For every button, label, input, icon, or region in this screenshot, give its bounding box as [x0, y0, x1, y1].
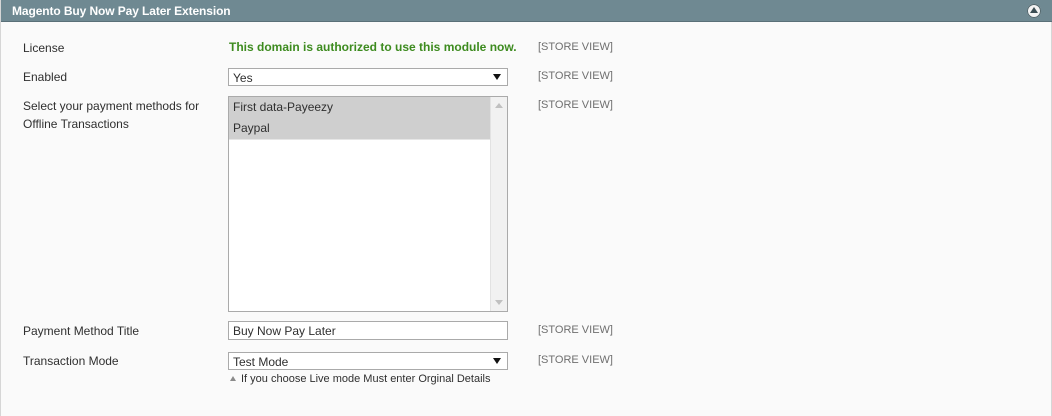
license-status-message: This domain is authorized to use this mo…: [229, 40, 517, 54]
transaction-mode-scope: [STORE VIEW]: [538, 354, 613, 366]
license-label: License: [23, 41, 65, 55]
payment-methods-label-line2: Offline Transactions: [23, 117, 129, 131]
dropdown-arrow-icon: [493, 358, 501, 364]
note-arrow-icon: [230, 376, 236, 381]
transaction-mode-note-text: If you choose Live mode Must enter Orgin…: [241, 373, 491, 385]
transaction-mode-select-value: Test Mode: [233, 355, 289, 369]
payment-methods-multiselect[interactable]: First data-Payeezy Paypal: [228, 96, 508, 312]
enabled-select-value: Yes: [233, 71, 253, 85]
dropdown-arrow-icon: [493, 74, 501, 80]
transaction-mode-label: Transaction Mode: [23, 354, 119, 368]
collapse-up-icon[interactable]: [1027, 4, 1041, 18]
scroll-down-arrow-icon[interactable]: [495, 300, 503, 305]
payment-method-title-scope: [STORE VIEW]: [538, 324, 613, 336]
transaction-mode-select[interactable]: Test Mode: [228, 352, 508, 370]
enabled-select[interactable]: Yes: [228, 68, 508, 86]
section-title: Magento Buy Now Pay Later Extension: [12, 4, 231, 18]
payment-methods-scope: [STORE VIEW]: [538, 99, 613, 111]
section-header[interactable]: Magento Buy Now Pay Later Extension: [1, 0, 1052, 22]
config-section: Magento Buy Now Pay Later Extension Lice…: [0, 0, 1052, 416]
multiselect-scrollbar[interactable]: [490, 97, 507, 311]
transaction-mode-note: If you choose Live mode Must enter Orgin…: [230, 373, 490, 385]
payment-method-title-label: Payment Method Title: [23, 324, 140, 338]
payment-methods-label-line1: Select your payment methods for: [23, 99, 200, 113]
payment-method-option-paypal[interactable]: Paypal: [229, 118, 491, 140]
enabled-scope: [STORE VIEW]: [538, 70, 613, 82]
payment-method-title-input[interactable]: [228, 321, 508, 340]
payment-method-option-payeezy[interactable]: First data-Payeezy: [229, 97, 491, 119]
scroll-up-arrow-icon[interactable]: [495, 103, 503, 108]
license-scope: [STORE VIEW]: [538, 41, 613, 53]
enabled-label: Enabled: [23, 70, 68, 84]
